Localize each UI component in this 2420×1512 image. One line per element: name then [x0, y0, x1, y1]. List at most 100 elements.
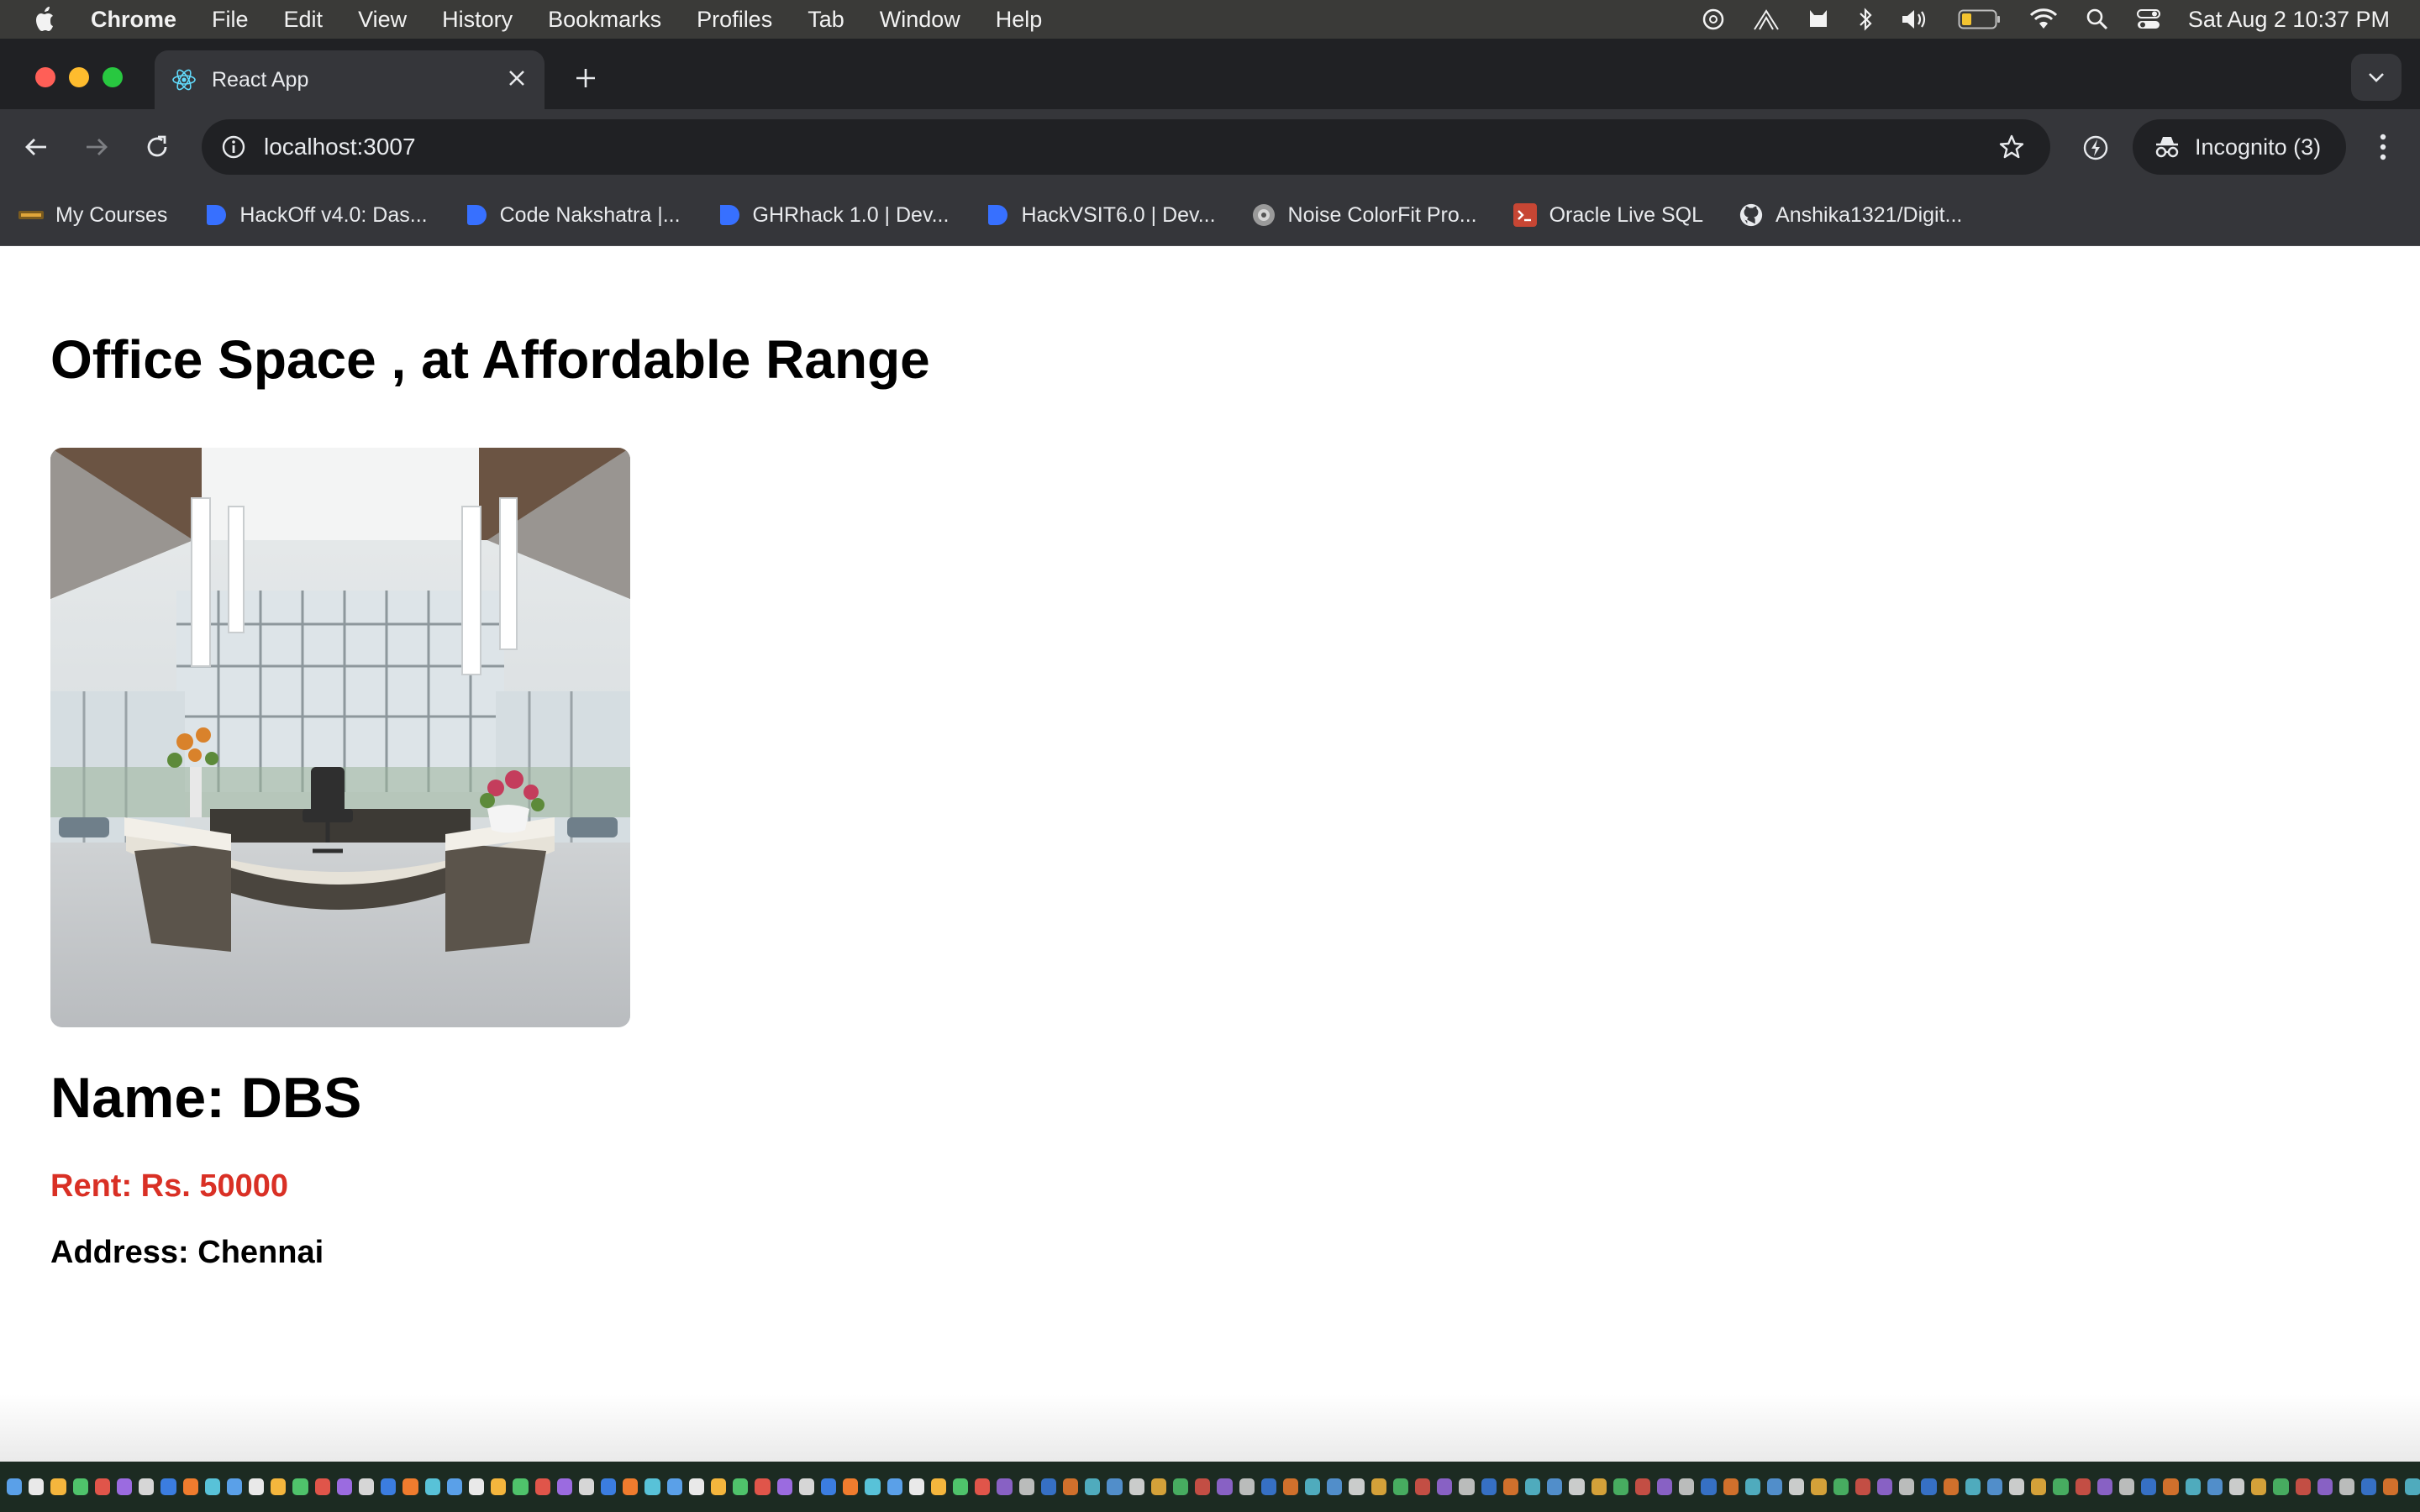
- dock-app-icon[interactable]: [336, 1478, 352, 1495]
- dock-app-icon[interactable]: [953, 1478, 969, 1495]
- dock-app-icon[interactable]: [1128, 1478, 1144, 1495]
- dock-app-icon[interactable]: [1612, 1478, 1628, 1495]
- dock-app-icon[interactable]: [843, 1478, 859, 1495]
- dock-app-icon[interactable]: [711, 1478, 727, 1495]
- bookmark-hackvsit[interactable]: HackVSIT6.0 | Dev...: [984, 202, 1216, 228]
- dock-app-icon[interactable]: [2031, 1478, 2047, 1495]
- dock-app-icon[interactable]: [2185, 1478, 2201, 1495]
- dock-app-icon[interactable]: [688, 1478, 704, 1495]
- dock-app-icon[interactable]: [204, 1478, 220, 1495]
- dock-app-icon[interactable]: [1591, 1478, 1607, 1495]
- dock-app-icon[interactable]: [1195, 1478, 1211, 1495]
- dock-app-icon[interactable]: [886, 1478, 902, 1495]
- dock-app-icon[interactable]: [2295, 1478, 2311, 1495]
- network-radar-icon[interactable]: [1753, 8, 1780, 31]
- bookmark-ghrhack[interactable]: GHRhack 1.0 | Dev...: [716, 202, 949, 228]
- tab-react-app[interactable]: React App: [155, 50, 544, 109]
- dock-app-icon[interactable]: [1370, 1478, 1386, 1495]
- dock-app-icon[interactable]: [2096, 1478, 2112, 1495]
- dock-app-icon[interactable]: [865, 1478, 881, 1495]
- control-center-icon[interactable]: [2136, 8, 2161, 31]
- menu-bookmarks[interactable]: Bookmarks: [548, 7, 661, 33]
- dock-app-icon[interactable]: [446, 1478, 462, 1495]
- dock-app-icon[interactable]: [1239, 1478, 1255, 1495]
- menu-app-name[interactable]: Chrome: [91, 7, 176, 33]
- dock-app-icon[interactable]: [1833, 1478, 1849, 1495]
- chrome-menu-icon[interactable]: [2366, 126, 2400, 168]
- cat-icon[interactable]: [1807, 7, 1830, 32]
- minimize-window-button[interactable]: [69, 67, 89, 87]
- dock-app-icon[interactable]: [72, 1478, 88, 1495]
- menu-history[interactable]: History: [442, 7, 513, 33]
- dock-app-icon[interactable]: [1415, 1478, 1431, 1495]
- bluetooth-icon[interactable]: [1857, 7, 1874, 32]
- dock-app-icon[interactable]: [2009, 1478, 2025, 1495]
- dock-app-icon[interactable]: [139, 1478, 155, 1495]
- dock-app-icon[interactable]: [2251, 1478, 2267, 1495]
- wifi-icon[interactable]: [2028, 8, 2059, 31]
- menu-profiles[interactable]: Profiles: [697, 7, 772, 33]
- dock-app-icon[interactable]: [1789, 1478, 1805, 1495]
- dock-app-icon[interactable]: [1085, 1478, 1101, 1495]
- dock-app-icon[interactable]: [1811, 1478, 1827, 1495]
- dock-app-icon[interactable]: [1040, 1478, 1056, 1495]
- dock-app-icon[interactable]: [1723, 1478, 1739, 1495]
- dock-app-icon[interactable]: [1217, 1478, 1233, 1495]
- menu-tab[interactable]: Tab: [808, 7, 844, 33]
- dock-app-icon[interactable]: [2317, 1478, 2333, 1495]
- bookmark-star-icon[interactable]: [1995, 130, 2028, 164]
- dock-app-icon[interactable]: [1965, 1478, 1981, 1495]
- dock-app-icon[interactable]: [1524, 1478, 1541, 1495]
- url-text[interactable]: localhost:3007: [264, 134, 1995, 160]
- maximize-window-button[interactable]: [103, 67, 123, 87]
- dock-app-icon[interactable]: [359, 1478, 375, 1495]
- dock-app-icon[interactable]: [29, 1478, 45, 1495]
- menubar-clock[interactable]: Sat Aug 2 10:37 PM: [2188, 7, 2390, 33]
- bookmark-code-nakshatra[interactable]: Code Nakshatra |...: [463, 202, 681, 228]
- dock-app-icon[interactable]: [1018, 1478, 1034, 1495]
- dock-app-icon[interactable]: [798, 1478, 814, 1495]
- dock-app-icon[interactable]: [930, 1478, 947, 1495]
- dock-app-icon[interactable]: [1305, 1478, 1321, 1495]
- volume-icon[interactable]: [1901, 8, 1931, 31]
- back-button[interactable]: [17, 128, 55, 166]
- dock-app-icon[interactable]: [226, 1478, 243, 1495]
- dock-app-icon[interactable]: [513, 1478, 529, 1495]
- dock-app-icon[interactable]: [271, 1478, 287, 1495]
- dock-app-icon[interactable]: [1150, 1478, 1166, 1495]
- dock-app-icon[interactable]: [2207, 1478, 2223, 1495]
- dock-app-icon[interactable]: [908, 1478, 924, 1495]
- menu-file[interactable]: File: [212, 7, 249, 33]
- dock-app-icon[interactable]: [1767, 1478, 1783, 1495]
- dock-app-icon[interactable]: [7, 1478, 23, 1495]
- dock-app-icon[interactable]: [249, 1478, 265, 1495]
- dock-app-icon[interactable]: [601, 1478, 617, 1495]
- chatgpt-icon[interactable]: [1701, 7, 1726, 32]
- dock-app-icon[interactable]: [424, 1478, 440, 1495]
- dock-app-icon[interactable]: [1986, 1478, 2003, 1495]
- dock-app-icon[interactable]: [556, 1478, 572, 1495]
- dock-app-icon[interactable]: [1921, 1478, 1937, 1495]
- menu-help[interactable]: Help: [996, 7, 1043, 33]
- dock-app-icon[interactable]: [1679, 1478, 1695, 1495]
- dock-app-icon[interactable]: [1854, 1478, 1870, 1495]
- dock-app-icon[interactable]: [468, 1478, 485, 1495]
- dock-app-icon[interactable]: [1502, 1478, 1518, 1495]
- dock-app-icon[interactable]: [2053, 1478, 2069, 1495]
- dock-app-icon[interactable]: [2163, 1478, 2179, 1495]
- dock-app-icon[interactable]: [314, 1478, 330, 1495]
- site-info-icon[interactable]: [217, 130, 250, 164]
- dock-app-icon[interactable]: [1634, 1478, 1651, 1495]
- dock-app-icon[interactable]: [1282, 1478, 1299, 1495]
- dock-app-icon[interactable]: [666, 1478, 682, 1495]
- dock-app-icon[interactable]: [2338, 1478, 2355, 1495]
- forward-button[interactable]: [77, 128, 116, 166]
- battery-icon[interactable]: [1958, 8, 2002, 30]
- dock-app-icon[interactable]: [2383, 1478, 2399, 1495]
- dock-app-icon[interactable]: [578, 1478, 595, 1495]
- dock-app-icon[interactable]: [2361, 1478, 2377, 1495]
- dock-app-icon[interactable]: [755, 1478, 771, 1495]
- dock-app-icon[interactable]: [1899, 1478, 1915, 1495]
- reload-button[interactable]: [138, 128, 176, 166]
- dock-app-icon[interactable]: [491, 1478, 507, 1495]
